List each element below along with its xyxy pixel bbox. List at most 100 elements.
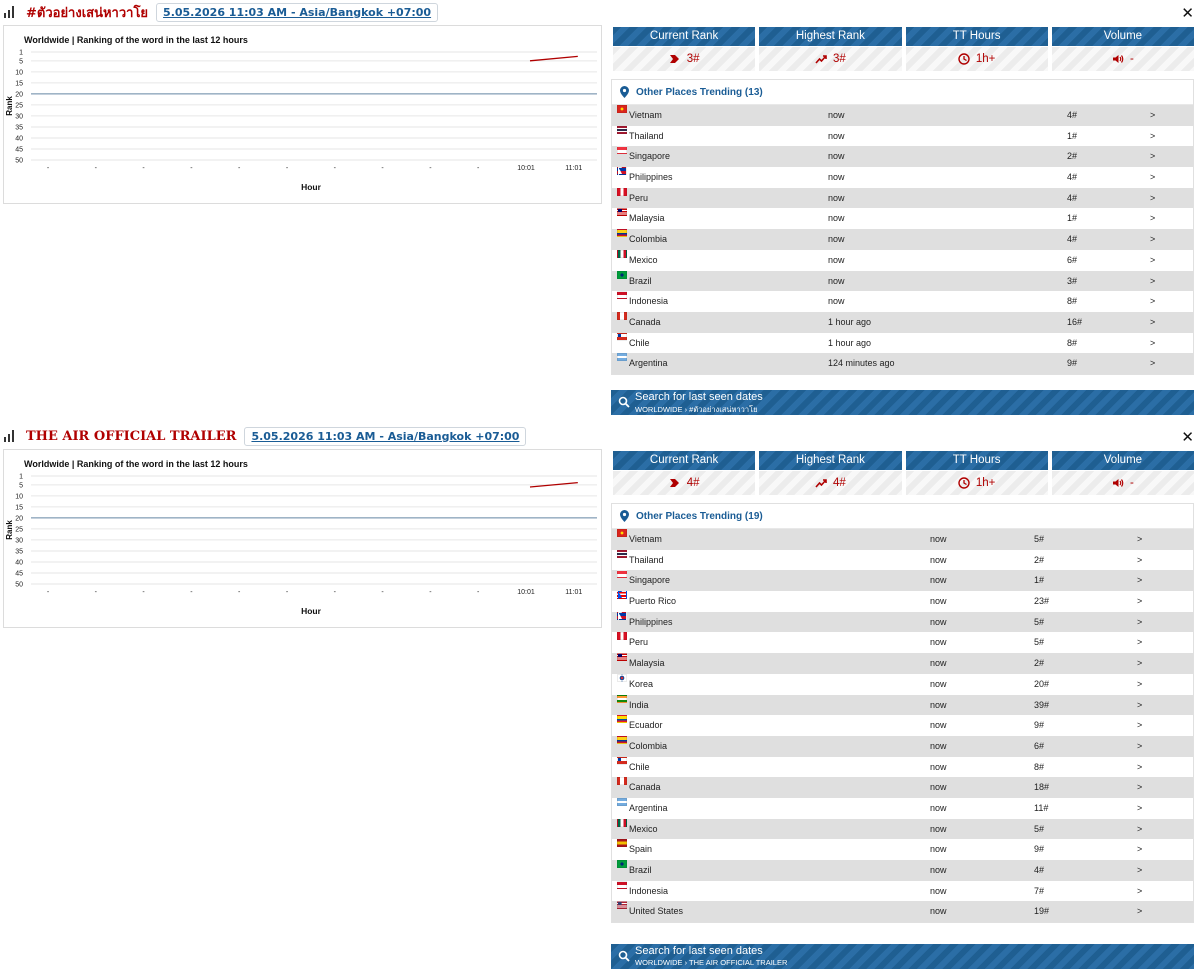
place-arrow[interactable]: > [1137, 591, 1142, 612]
place-arrow[interactable]: > [1137, 570, 1142, 591]
place-row[interactable]: Thailand now 2# > [612, 549, 1193, 571]
place-arrow[interactable]: > [1137, 901, 1142, 922]
place-rank: 1# [1067, 130, 1078, 141]
place-arrow[interactable]: > [1150, 271, 1155, 292]
flag-icon [617, 632, 627, 641]
place-country: Colombia [629, 740, 668, 751]
place-row[interactable]: Indonesia now 7# > [612, 880, 1193, 902]
place-row[interactable]: Philippines now 5# > [612, 611, 1193, 633]
place-country: Vietnam [629, 110, 662, 120]
trend-datetime-link[interactable]: 5.05.2026 11:03 AM - Asia/Bangkok +07:00 [156, 2, 439, 22]
place-arrow[interactable]: > [1150, 188, 1155, 209]
place-arrow[interactable]: > [1137, 674, 1142, 695]
place-row[interactable]: Peru now 4# > [612, 187, 1193, 209]
place-arrow[interactable]: > [1137, 777, 1142, 798]
place-country: Philippines [629, 616, 673, 627]
place-arrow[interactable]: > [1150, 353, 1155, 374]
place-arrow[interactable]: > [1137, 819, 1142, 840]
place-row[interactable]: Indonesia now 8# > [612, 291, 1193, 312]
place-country: Canada [629, 782, 661, 793]
place-row[interactable]: India now 39# > [612, 694, 1193, 716]
place-row[interactable]: Mexico now 5# > [612, 818, 1193, 840]
place-row[interactable]: Malaysia now 1# > [612, 208, 1193, 229]
place-arrow[interactable]: > [1150, 126, 1155, 147]
place-row[interactable]: Chile 1 hour ago 8# > [612, 332, 1193, 354]
place-row[interactable]: Argentina 124 minutes ago 9# > [612, 353, 1193, 374]
search-last-seen-button[interactable]: Search for last seen dates WORLDWIDE › #ต… [611, 390, 1194, 415]
place-arrow[interactable]: > [1150, 167, 1155, 188]
flag-icon [617, 125, 627, 134]
x-tick-label: - [142, 589, 145, 596]
place-arrow[interactable]: > [1150, 208, 1155, 229]
place-row[interactable]: Korea now 20# > [612, 673, 1193, 695]
place-rank: 5# [1034, 637, 1045, 648]
close-icon[interactable]: ✕ [1181, 4, 1194, 22]
place-row[interactable]: Mexico now 6# > [612, 249, 1193, 271]
place-row[interactable]: Peru now 5# > [612, 632, 1193, 653]
title-bar: #ตัวอย่างเสน่หาวาโย 5.05.2026 11:03 AM - … [4, 2, 439, 22]
place-row[interactable]: Singapore now 1# > [612, 570, 1193, 592]
place-arrow[interactable]: > [1150, 146, 1155, 167]
place-arrow[interactable]: > [1137, 798, 1142, 819]
place-rank: 1# [1034, 575, 1045, 586]
place-arrow[interactable]: > [1137, 529, 1142, 550]
place-row[interactable]: Philippines now 4# > [612, 167, 1193, 188]
place-row[interactable]: Canada 1 hour ago 16# > [612, 311, 1193, 333]
place-arrow[interactable]: > [1150, 229, 1155, 250]
flag-icon [617, 105, 627, 113]
place-row[interactable]: Vietnam now 5# > [612, 529, 1193, 550]
place-arrow[interactable]: > [1137, 653, 1142, 674]
stat-value-cell: 1h+ [905, 47, 1048, 71]
y-tick-label: 50 [15, 582, 23, 589]
place-row[interactable]: Brazil now 4# > [612, 860, 1193, 881]
place-row[interactable]: Spain now 9# > [612, 839, 1193, 860]
place-arrow[interactable]: > [1150, 291, 1155, 312]
place-row[interactable]: Brazil now 3# > [612, 270, 1193, 292]
place-arrow[interactable]: > [1150, 105, 1155, 126]
x-axis-label: Hour [301, 182, 322, 192]
place-rank: 5# [1034, 616, 1045, 627]
place-row[interactable]: Puerto Rico now 23# > [612, 591, 1193, 612]
x-tick-label: - [381, 589, 384, 596]
place-row[interactable]: United States now 19# > [612, 901, 1193, 923]
place-row[interactable]: Singapore now 2# > [612, 146, 1193, 168]
x-tick-label: - [190, 589, 193, 596]
place-arrow[interactable]: > [1137, 839, 1142, 860]
place-row[interactable]: Ecuador now 9# > [612, 715, 1193, 736]
place-arrow[interactable]: > [1137, 550, 1142, 571]
stat-value: - [1129, 52, 1134, 65]
x-tick-label: - [47, 165, 50, 172]
place-arrow[interactable]: > [1150, 250, 1155, 271]
place-row[interactable]: Colombia now 6# > [612, 735, 1193, 757]
search-last-seen-button[interactable]: Search for last seen dates WORLDWIDE › TH… [611, 944, 1194, 969]
place-arrow[interactable]: > [1137, 612, 1142, 633]
x-tick-label: - [142, 165, 145, 172]
flag-icon [617, 249, 627, 258]
place-country: Mexico [629, 254, 658, 265]
stat-card: Volume - [1051, 451, 1194, 495]
place-row[interactable]: Colombia now 4# > [612, 229, 1193, 250]
place-arrow[interactable]: > [1137, 736, 1142, 757]
place-row[interactable]: Argentina now 11# > [612, 797, 1193, 819]
place-arrow[interactable]: > [1150, 312, 1155, 333]
place-row[interactable]: Canada now 18# > [612, 777, 1193, 798]
place-row[interactable]: Malaysia now 2# > [612, 653, 1193, 674]
place-arrow[interactable]: > [1137, 715, 1142, 736]
place-row[interactable]: Thailand now 1# > [612, 125, 1193, 147]
place-row[interactable]: Vietnam now 4# > [612, 105, 1193, 126]
place-arrow[interactable]: > [1137, 632, 1142, 653]
close-icon[interactable]: ✕ [1181, 428, 1194, 446]
speaker-icon [1112, 479, 1124, 487]
flag-icon [617, 167, 627, 176]
place-row[interactable]: Chile now 8# > [612, 756, 1193, 778]
place-arrow[interactable]: > [1137, 881, 1142, 902]
trend-datetime-link[interactable]: 5.05.2026 11:03 AM - Asia/Bangkok +07:00 [244, 426, 527, 446]
place-rank: 4# [1067, 192, 1078, 203]
place-arrow[interactable]: > [1137, 860, 1142, 881]
place-arrow[interactable]: > [1150, 333, 1155, 354]
flag-icon [617, 818, 627, 827]
place-arrow[interactable]: > [1137, 695, 1142, 716]
place-arrow[interactable]: > [1137, 757, 1142, 778]
place-country: Malaysia [629, 213, 665, 224]
y-tick-label: 30 [15, 113, 23, 120]
